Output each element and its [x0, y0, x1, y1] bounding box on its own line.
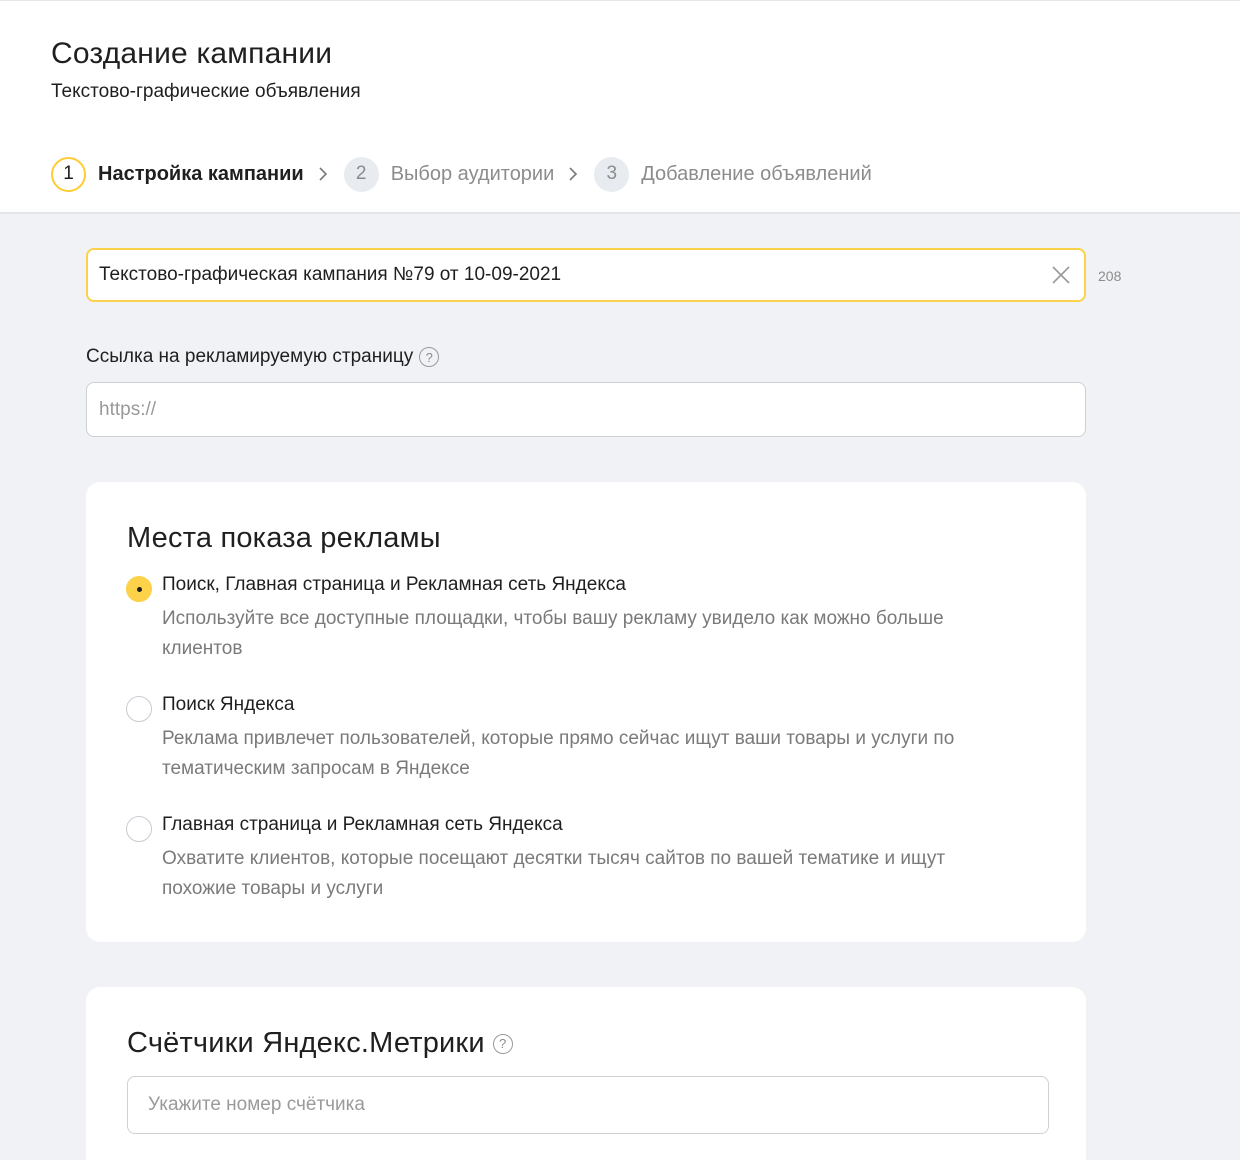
step-label: Настройка кампании [98, 162, 304, 185]
close-icon[interactable] [1050, 264, 1072, 286]
step-audience[interactable]: 2 Выбор аудитории [343, 156, 555, 192]
radio-button[interactable] [126, 816, 152, 842]
chevron-right-icon [316, 166, 330, 182]
stepper: 1 Настройка кампании 2 Выбор аудитории 3… [51, 156, 872, 192]
page-header: Создание кампании Текстово-графические о… [0, 0, 1240, 214]
page-subtitle: Текстово-графические объявления [51, 81, 361, 102]
chevron-right-icon [566, 166, 580, 182]
step-ads[interactable]: 3 Добавление объявлений [594, 156, 872, 192]
question-circle-icon[interactable]: ? [419, 347, 440, 367]
step-label: Выбор аудитории [390, 162, 555, 185]
metrika-card: Счётчики Яндекс.Метрики ? Укажите номер … [86, 987, 1086, 1160]
step-number: 1 [51, 156, 86, 192]
url-placeholder: https:// [99, 398, 157, 420]
metrika-placeholder: Укажите номер счётчика [148, 1094, 365, 1115]
url-input[interactable]: https:// [86, 382, 1086, 437]
metrika-heading: Счётчики Яндекс.Метрики ? [127, 1027, 513, 1060]
step-campaign-settings[interactable]: 1 Настройка кампании [51, 156, 304, 192]
option-description: Охватите клиентов, которые посещают деся… [162, 848, 946, 899]
option-title: Главная страница и Рекламная сеть Яндекс… [162, 814, 563, 835]
placements-title: Места показа рекламы [127, 522, 441, 554]
step-label: Добавление объявлений [641, 162, 872, 185]
metrika-counter-input[interactable]: Укажите номер счётчика [127, 1076, 1049, 1134]
step-number: 3 [594, 156, 630, 192]
option-title: Поиск, Главная страница и Рекламная сеть… [162, 574, 626, 595]
question-circle-icon[interactable]: ? [492, 1033, 513, 1054]
option-description: Реклама привлечет пользователей, которые… [162, 728, 955, 779]
option-description: Используйте все доступные площадки, чтоб… [162, 608, 944, 659]
placements-card: Места показа рекламы Поиск, Главная стра… [86, 482, 1086, 942]
option-title: Поиск Яндекса [162, 694, 295, 715]
campaign-name-value: Текстово-графическая кампания №79 от 10-… [99, 264, 562, 285]
url-field-label: Ссылка на рекламируемую страницу ? [86, 346, 440, 368]
radio-button-checked[interactable] [126, 576, 152, 602]
url-label-text: Ссылка на рекламируемую страницу [86, 346, 414, 367]
campaign-name-input[interactable]: Текстово-графическая кампания №79 от 10-… [86, 248, 1086, 302]
step-number: 2 [343, 156, 379, 192]
metrika-title: Счётчики Яндекс.Метрики [127, 1027, 485, 1059]
radio-button[interactable] [126, 696, 152, 722]
character-counter: 208 [1098, 268, 1122, 284]
page-title: Создание кампании [51, 37, 333, 70]
